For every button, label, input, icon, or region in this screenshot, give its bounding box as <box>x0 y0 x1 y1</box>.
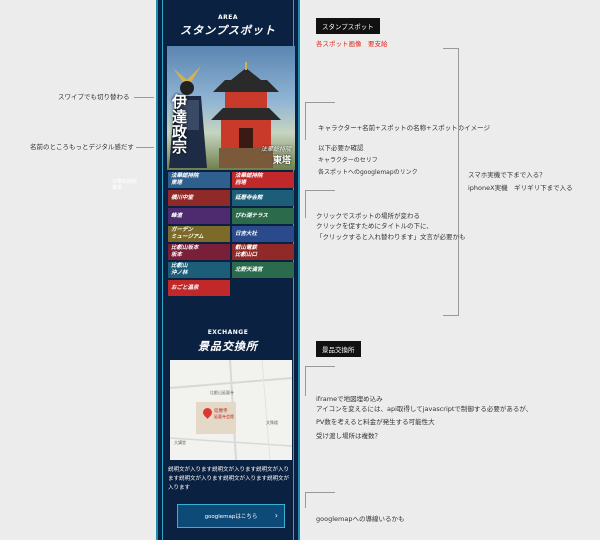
googlemap-button[interactable]: googlemapはこちら › <box>177 504 285 528</box>
spot-button[interactable]: 法華総持院 東塔 <box>168 172 230 188</box>
click-note-line-v <box>305 190 306 218</box>
spot-button-label: 日吉大社 <box>235 230 258 237</box>
spot-button-label: 北野天満宮 <box>235 266 263 273</box>
floating-spot-label: 法華総持院 東塔 <box>112 179 138 191</box>
spot-button[interactable]: 横川中堂 <box>168 190 230 206</box>
exchange-title: 景品交換所 <box>198 340 258 353</box>
hero-spot-name: 法華総持院 東塔 <box>261 144 291 166</box>
note-scroll-1: スマホ実機で下まで入る？ <box>468 171 546 179</box>
exchange-subtitle: EXCHANGE <box>207 329 249 336</box>
note-gmap-link: 各スポットへのgooglemapのリンク <box>318 169 418 176</box>
spot-button-label: びわ湖テラス <box>235 212 268 219</box>
scroll-bracket-top <box>443 48 459 49</box>
hero-spot-subtitle: 法華総持院 <box>260 146 291 153</box>
note-iframe-3: PV数を考えると料金が発生する可能性大 <box>316 418 435 426</box>
label-exchange: 景品交換所 <box>316 341 361 357</box>
note-hero-content: キャラクター+名前+スポットの名称+スポットのイメージ <box>318 124 490 132</box>
gmap-note-line-h <box>305 492 335 493</box>
area-subtitle: AREA <box>217 14 238 21</box>
note-iframe-2: アイコンを変えるには、api取得してjavascriptで制御する必要があるが、 <box>316 405 533 413</box>
scroll-bracket-bottom <box>443 315 459 316</box>
spot-button-label: 叡山電鉄 <box>235 245 258 251</box>
spot-button[interactable]: 延暦寺会館 <box>232 190 294 206</box>
spot-button[interactable]: 日吉大社 <box>232 226 294 242</box>
note-scroll-2: iphoneX実機 ギリギリ下まで入る <box>468 184 573 192</box>
spot-button[interactable]: 北野天満宮 <box>232 262 294 278</box>
spot-button-sublabel: ミュージアム <box>171 234 204 240</box>
note-name-line <box>136 147 154 148</box>
map-label-2: 大講堂 <box>174 440 186 445</box>
spot-button-label: おごと温泉 <box>171 284 199 291</box>
note-serif: キャラクターのセリフ <box>318 157 378 164</box>
note-image-required: 各スポット画像 要支給 <box>316 40 388 48</box>
note-click-1: クリックでスポットの場所が変わる <box>316 212 420 220</box>
hero-note-line-h <box>305 102 335 103</box>
map-place-sublabel: 延暦寺会館 <box>214 414 234 419</box>
hero-note-line-v <box>305 102 306 140</box>
spot-button-sublabel: 比叡山口 <box>235 252 258 258</box>
note-iframe-4: 受け渡し場所は複数？ <box>316 432 381 440</box>
note-iframe-1: iframeで地図埋め込み <box>316 395 383 403</box>
spot-button[interactable]: 法華総持院 西塔 <box>232 172 294 188</box>
spot-button-sublabel: 東塔 <box>171 180 183 186</box>
spot-button-label: ガーデン <box>171 227 194 233</box>
spot-button-sublabel: 沖ノ林 <box>171 270 188 276</box>
click-note-line-h <box>305 190 335 191</box>
spot-button-grid: 法華総持院 東塔 法華総持院 西塔 横川中堂 延暦寺会館 峰道 びわ湖テラス ガーデン ミュージア… <box>168 172 294 296</box>
iframe-note-line-v <box>305 366 306 396</box>
note-gmap-nav: googlemapへの導線いるかも <box>316 515 405 523</box>
note-click-3: 「クリックすると入れ替わります」文言が必要かも <box>316 233 466 241</box>
scroll-bracket-v <box>458 48 459 316</box>
hero-spot-title: 東塔 <box>272 156 291 166</box>
map-label-3: 文殊楼 <box>266 420 278 425</box>
googlemap-button-label: googlemapはこちら <box>204 514 258 520</box>
phone-frame: AREA スタンプスポット 伊達政宗 法華総持院 東塔 法華総持院 東塔 法華総… <box>162 0 295 540</box>
spot-button[interactable]: 叡山電鉄 比叡山口 <box>232 244 294 260</box>
note-confirm: 以下必要か確認 <box>318 144 364 152</box>
spot-button-label: 比叡山坂本 <box>171 245 199 251</box>
hero-image[interactable]: 伊達政宗 法華総持院 東塔 <box>167 46 295 170</box>
exchange-map-embed[interactable]: 延暦寺 延暦寺会館 比叡山延暦寺 大講堂 文殊楼 <box>170 360 292 460</box>
spot-button-label: 比叡山 <box>171 263 188 269</box>
note-swipe-line <box>134 97 154 98</box>
area-title: スタンプスポット <box>180 24 276 37</box>
note-click-2: クリックを促すためにタイトルの下に、 <box>316 222 433 230</box>
note-name-digital: 名前のところもっとデジタル感だす <box>30 143 134 151</box>
spot-button-label: 横川中堂 <box>171 194 194 201</box>
note-swipe: スワイプでも切り替わる <box>58 93 130 101</box>
spot-button-label: 法華総持院 <box>235 173 263 179</box>
spot-button[interactable]: おごと温泉 <box>168 280 230 296</box>
spot-button-label: 延暦寺会館 <box>235 194 263 201</box>
spot-button-sublabel: 西塔 <box>235 180 247 186</box>
gmap-note-line-v <box>305 492 306 508</box>
spot-button[interactable]: ガーデン ミュージアム <box>168 226 230 242</box>
iframe-note-line-h <box>305 366 335 367</box>
label-stamp-spot: スタンプスポット <box>316 18 380 34</box>
character-name: 伊達政宗 <box>170 94 188 154</box>
spot-button-sublabel: 坂本 <box>171 252 183 258</box>
phone-mockup: AREA スタンプスポット 伊達政宗 法華総持院 東塔 法華総持院 東塔 法華総… <box>156 0 300 540</box>
spot-button[interactable]: 比叡山坂本 坂本 <box>168 244 230 260</box>
spot-button-label: 法華総持院 <box>171 173 199 179</box>
exchange-description: 説明文が入ります説明文が入ります説明文が入ります説明文が入ります説明文が入ります… <box>168 467 290 491</box>
spot-button[interactable]: びわ湖テラス <box>232 208 294 224</box>
spot-button-label: 峰道 <box>171 212 183 219</box>
map-label-1: 比叡山延暦寺 <box>210 390 234 395</box>
map-roads <box>170 360 292 460</box>
chevron-right-icon: › <box>274 511 278 520</box>
spot-button[interactable]: 比叡山 沖ノ林 <box>168 262 230 278</box>
spot-button[interactable]: 峰道 <box>168 208 230 224</box>
